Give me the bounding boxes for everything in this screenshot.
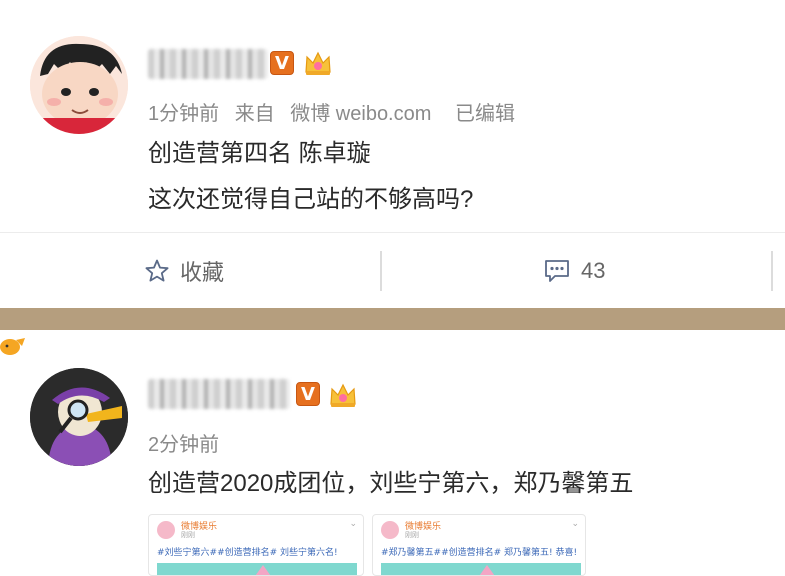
post-text-line: 创造营2020成团位，刘些宁第六，郑乃馨第五	[148, 470, 634, 497]
username-blurred[interactable]	[148, 49, 268, 79]
thumb-shape	[253, 565, 273, 575]
post-from-label: 来自	[234, 103, 275, 125]
avatar-illustration	[30, 36, 128, 134]
post-meta: 2分钟前	[148, 428, 229, 457]
comment-count: 43	[581, 257, 606, 283]
post-text-line: 这次还觉得自己站的不够高吗?	[148, 186, 474, 213]
action-separator	[771, 251, 773, 291]
crown-icon	[330, 383, 356, 407]
post-source[interactable]: 微博 weibo.com	[290, 103, 431, 125]
post-time[interactable]: 2分钟前	[148, 434, 219, 456]
favorite-button[interactable]: 收藏	[144, 233, 224, 308]
post-action-bar: 收藏 43	[0, 233, 785, 308]
username-blurred[interactable]	[148, 379, 290, 409]
thumb-time: 刚刚	[181, 531, 195, 539]
comment-button[interactable]: 43	[543, 233, 605, 308]
post-time[interactable]: 1分钟前	[148, 103, 219, 125]
verified-badge: V	[296, 382, 320, 406]
post-text-line: 创造营第四名 陈卓璇	[148, 140, 371, 167]
thumb-text: #郑乃馨第五##创造营排名# 郑乃馨第五! 恭喜!	[381, 548, 578, 558]
thumb-avatar	[157, 521, 175, 539]
avatar-illustration	[30, 368, 128, 466]
attachment-thumbnail[interactable]: 微博娱乐 刚刚 ⌄ #郑乃馨第五##创造营排名# 郑乃馨第五! 恭喜!	[372, 514, 586, 576]
chevron-down-icon: ⌄	[571, 519, 579, 529]
verified-badge: V	[270, 51, 294, 75]
comment-icon	[545, 259, 569, 282]
post-separator-band	[0, 308, 785, 330]
attachment-thumbnail[interactable]: 微博娱乐 刚刚 ⌄ #刘些宁第六##创造营排名# 刘些宁第六名!	[148, 514, 364, 576]
post-card: V 1分钟前 来自 微博 weibo.com 已编辑 创造营第四名 陈卓璇 这次…	[0, 0, 785, 232]
thumb-shape	[477, 565, 497, 575]
user-avatar[interactable]	[30, 368, 128, 466]
post-meta: 1分钟前 来自 微博 weibo.com 已编辑	[148, 97, 525, 126]
edited-label[interactable]: 已编辑	[455, 103, 515, 125]
dog-emoji-icon	[0, 338, 25, 355]
crown-icon	[305, 51, 331, 75]
star-icon	[145, 259, 169, 281]
thumb-time: 刚刚	[405, 531, 419, 539]
user-avatar[interactable]	[30, 36, 128, 134]
thumb-avatar	[381, 521, 399, 539]
favorite-label: 收藏	[180, 259, 225, 285]
action-separator	[380, 251, 382, 291]
thumb-text: #刘些宁第六##创造营排名# 刘些宁第六名!	[157, 548, 338, 558]
chevron-down-icon: ⌄	[349, 519, 357, 529]
